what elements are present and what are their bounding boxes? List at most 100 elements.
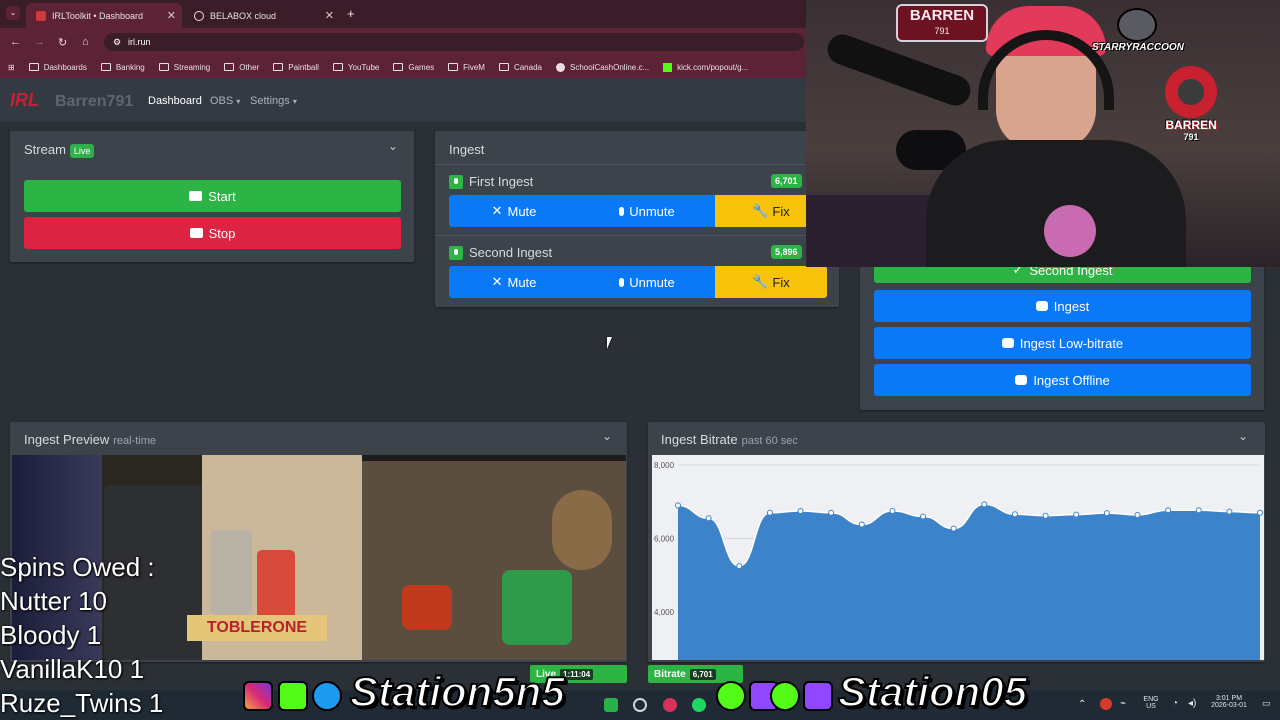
unmute-button[interactable]: Unmute [579,266,715,298]
scene-ingest-low-bitrate-button[interactable]: Ingest Low-bitrate [874,327,1251,359]
green-jar [502,570,572,645]
bookmark-banking[interactable]: Banking [100,63,145,72]
close-tab-icon[interactable]: ✕ [325,9,334,22]
spotify-icon[interactable] [692,698,706,712]
starryraccoon-logo: STARRYRACCOON [1092,8,1184,74]
bitrate-point [1195,507,1202,514]
youtube-icon [770,681,800,711]
close-tab-icon[interactable]: ✕ [167,9,176,22]
bitrate-point [920,513,927,520]
unmute-button[interactable]: Unmute [579,195,715,227]
bitrate-point [766,509,773,516]
bookmark-other[interactable]: Other [224,63,259,72]
network-icon[interactable]: ⌁ [1120,698,1126,709]
notifications-icon[interactable]: ▭ [1262,698,1271,709]
bitrate-point [1226,508,1233,515]
tab-title: BELABOX cloud [210,10,277,21]
stream-card: Stream Live ⌄ Start Stop [10,131,414,262]
taskbar-app-icon[interactable] [604,698,618,712]
site-info-icon[interactable]: ⚙ [113,33,121,51]
bookmark-dashboards[interactable]: Dashboards [28,63,87,72]
apps-icon[interactable]: ⊞ [8,63,15,72]
browser-tabbar: ⌄ IRLToolkit • Dashboard ✕ BELABOX cloud… [0,0,806,28]
tab-belabox[interactable]: BELABOX cloud ✕ [184,3,340,28]
bookmark-youtube[interactable]: YouTube [332,63,379,72]
bitrate-chart-svg: 8,000 6,000 4,000 [654,461,1263,660]
new-tab-button[interactable]: + [347,6,355,21]
folder-icon [100,63,111,71]
chevron-down-icon[interactable]: ⌄ [388,139,398,153]
bitrate-point [858,521,865,528]
bitrate-point [1257,509,1263,516]
nav-dashboard[interactable]: Dashboard [148,95,202,107]
taskbar-app-icon[interactable] [663,698,677,712]
bitrate-badge: 5,896 [771,245,802,259]
nav-obs[interactable]: OBS ▾ [210,95,240,107]
bitrate-point [981,501,988,508]
webcam-overlay: BARREN 791 STARRYRACCOON BARREN 791 [806,0,1280,267]
spins-entry: Bloody 1 [0,620,102,650]
stop-button[interactable]: Stop [24,217,401,249]
bitrate-point [828,509,835,516]
chevron-down-icon[interactable]: ⌄ [602,429,612,443]
back-icon[interactable]: ← [10,36,21,48]
gasmask-icon [1165,66,1217,118]
barren-logo: BARREN 791 [1152,66,1230,156]
y-tick-label: 8,000 [654,461,675,470]
show-hidden-icons[interactable]: ⌃ [1078,699,1086,710]
mic-slash-icon: ✕ [491,203,503,218]
fix-button[interactable]: 🔧 Fix [715,266,827,298]
microphone-icon [619,206,625,216]
bitrate-chart: 8,000 6,000 4,000 [652,455,1264,660]
bitrate-point [1103,510,1110,517]
scene-ingest-button[interactable]: Ingest [874,290,1251,322]
starryraccoon-text: STARRYRACCOON [1092,42,1184,53]
mute-button[interactable]: ✕ Mute [449,266,579,298]
language-indicator[interactable]: ENG US [1140,696,1162,710]
volume-icon[interactable]: ◂) [1188,698,1196,709]
taskbar-app-icon[interactable] [633,698,647,712]
folder-icon [273,63,284,71]
bookmark-canada[interactable]: Canada [498,63,542,72]
bookmark-fivem[interactable]: FiveM [448,63,485,72]
scene-ingest-offline-button[interactable]: Ingest Offline [874,364,1251,396]
ingest-card: Ingest First Ingest 6,701 ✕ Mute Unmute 🔧… [435,131,839,307]
bookmark-kick[interactable]: kick.com/popout/g... [663,62,748,72]
irl-logo[interactable]: IRL [10,90,44,110]
tab-list-button[interactable]: ⌄ [6,6,20,20]
folder-icon [158,63,169,71]
forward-icon[interactable]: → [34,36,45,48]
bookmark-paintball[interactable]: Paintball [273,63,319,72]
robot-icon [1035,301,1048,311]
bookmark-schoolcash[interactable]: SchoolCashOnline.c... [555,62,649,72]
bookmark-streaming[interactable]: Streaming [158,63,210,72]
mute-button[interactable]: ✕ Mute [449,195,579,227]
caret-down-icon: ▾ [292,97,297,106]
home-icon[interactable]: ⌂ [82,36,89,48]
bitrate-point [736,563,743,570]
address-bar[interactable]: ⚙ irl.run [104,33,804,51]
brand-name[interactable]: Barren791 [55,93,133,111]
start-button[interactable]: Start [24,180,401,212]
video-slash-icon [189,228,203,238]
bookmark-games[interactable]: Games [393,63,434,72]
ingest-title: Ingest [449,142,485,157]
clock[interactable]: 3:01 PM 2026-03-01 [1206,695,1252,709]
preview-title: Ingest Preview real-time [24,432,157,447]
chevron-down-icon[interactable]: ⌄ [1238,429,1248,443]
microphone-icon [449,245,463,260]
nav-settings[interactable]: Settings ▾ [250,95,297,107]
tray-app-icon[interactable] [1100,698,1112,710]
barren-logo-sub: 791 [1183,132,1199,142]
wifi-icon[interactable]: ◔ [1172,698,1178,709]
ingest-row-label: First Ingest [449,174,533,189]
reload-icon[interactable]: ↻ [58,36,67,49]
folder-icon [448,63,459,71]
led-sign-sub: 791 [934,26,950,36]
kick-icon [663,62,673,72]
stream-title: Stream Live [24,142,95,158]
tab-irltoolkit[interactable]: IRLToolkit • Dashboard ✕ [26,3,182,28]
folder-icon [224,63,235,71]
bitrate-point [797,507,804,514]
twitch-icon [803,681,833,711]
